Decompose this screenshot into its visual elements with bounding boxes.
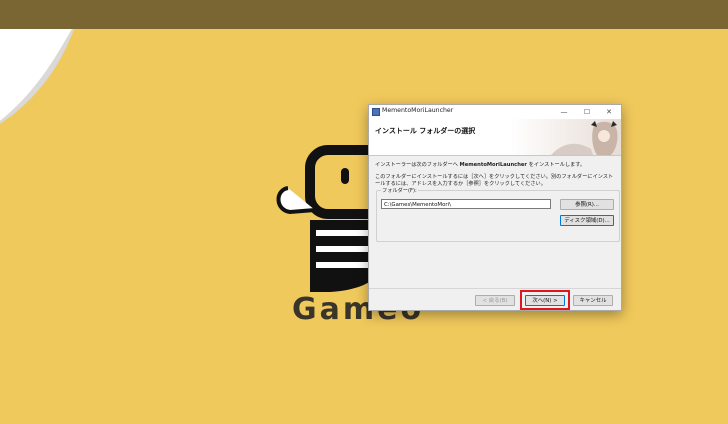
disk-space-button[interactable]: ディスク領域(D)...	[560, 215, 614, 226]
app-name: MementoMoriLauncher	[459, 162, 527, 168]
cancel-button[interactable]: キャンセル	[573, 295, 613, 306]
minimize-button[interactable]: —	[555, 106, 573, 118]
folder-path-input[interactable]: C:\Games\MementoMori\	[381, 199, 551, 209]
intro-text: インストーラーは次のフォルダーへ MementoMoriLauncher をイン…	[375, 161, 585, 168]
close-button[interactable]: ✕	[600, 106, 618, 118]
intro-suffix: をインストールします。	[527, 162, 586, 168]
installer-dialog: MementoMoriLauncher — ☐ ✕ インストール フォルダーの選…	[368, 104, 622, 311]
instructions-text: このフォルダーにインストールするには［次へ］をクリックしてください。別のフォルダ…	[375, 174, 614, 187]
title-bar: MementoMoriLauncher — ☐ ✕	[369, 105, 621, 119]
footer-divider	[369, 288, 621, 289]
app-icon	[372, 108, 380, 116]
dialog-header: インストール フォルダーの選択	[369, 119, 621, 156]
header-title: インストール フォルダーの選択	[375, 127, 476, 135]
page-curl-graphic	[0, 29, 74, 124]
back-button[interactable]: < 戻る(B)	[475, 295, 515, 306]
top-bar	[0, 0, 728, 29]
maximize-button[interactable]: ☐	[578, 106, 596, 118]
dialog-body: インストーラーは次のフォルダーへ MementoMoriLauncher をイン…	[369, 156, 621, 288]
browse-button[interactable]: 参照(R)...	[560, 199, 614, 210]
next-button-highlight	[520, 290, 570, 310]
folder-label: フォルダー(F):	[381, 187, 418, 194]
character-banner-image	[511, 119, 621, 155]
folder-group: フォルダー(F): C:\Games\MementoMori\ 参照(R)...…	[376, 187, 620, 242]
intro-prefix: インストーラーは次のフォルダーへ	[375, 162, 460, 168]
window-title: MementoMoriLauncher	[382, 107, 454, 114]
